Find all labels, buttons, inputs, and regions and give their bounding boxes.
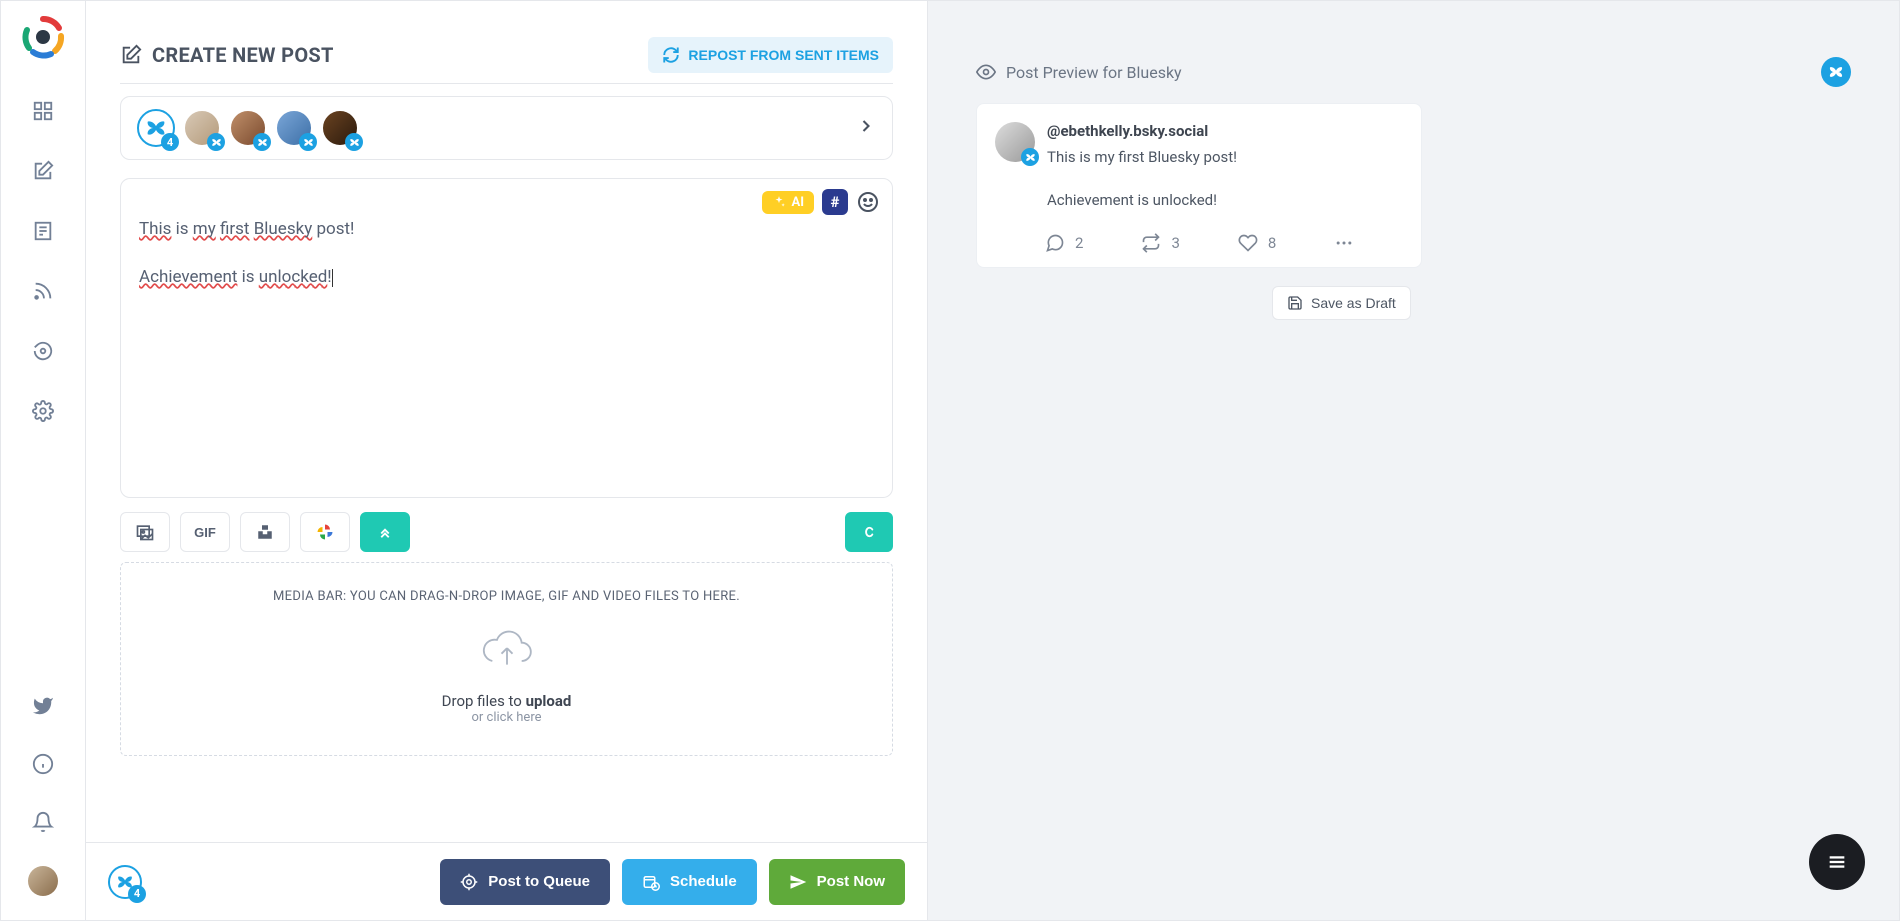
account-avatar[interactable] — [321, 109, 359, 147]
heart-icon — [1238, 233, 1258, 253]
edit-icon — [120, 44, 142, 66]
butterfly-icon — [1828, 64, 1844, 80]
preview-heading: Post Preview for Bluesky — [1006, 63, 1182, 82]
account-selector[interactable]: 4 — [120, 96, 893, 160]
gif-button[interactable]: GIF — [180, 512, 230, 552]
preview-body-line: This is my first Bluesky post! — [1047, 146, 1403, 169]
expand-button[interactable] — [360, 512, 410, 552]
user-avatar[interactable] — [28, 866, 58, 896]
nav-rss-icon[interactable] — [29, 277, 57, 305]
dropzone-main: Drop files to upload — [139, 692, 874, 710]
repost-button-label: REPOST FROM SENT ITEMS — [688, 47, 879, 63]
post-now-button[interactable]: Post Now — [769, 859, 905, 905]
schedule-label: Schedule — [670, 873, 737, 890]
gif-label: GIF — [194, 525, 216, 540]
editor-line: This is my first Bluesky post! — [139, 219, 874, 239]
ai-assist-button[interactable]: AI — [762, 191, 814, 214]
nav-settings-icon[interactable] — [29, 397, 57, 425]
reply-stat[interactable]: 2 — [1045, 233, 1083, 253]
canva-icon — [859, 522, 879, 542]
nav-document-icon[interactable] — [29, 217, 57, 245]
nav-bell-icon[interactable] — [29, 808, 57, 836]
sparkle-icon — [772, 195, 786, 209]
image-icon — [135, 522, 155, 542]
account-count-badge: 4 — [161, 133, 179, 151]
reply-icon — [1045, 233, 1065, 253]
repost-icon — [1141, 233, 1161, 253]
repost-stat[interactable]: 3 — [1141, 233, 1179, 253]
send-icon — [789, 873, 807, 891]
network-badge — [1821, 57, 1851, 87]
account-avatar[interactable]: 4 — [137, 109, 175, 147]
canva-button[interactable] — [845, 512, 893, 552]
page-title-text: CREATE NEW POST — [152, 43, 334, 67]
post-now-label: Post Now — [817, 873, 885, 890]
sidebar — [1, 1, 86, 920]
nav-info-icon[interactable] — [29, 750, 57, 778]
dropzone-sub: or click here — [139, 710, 874, 725]
repost-button[interactable]: REPOST FROM SENT ITEMS — [648, 37, 893, 73]
save-icon — [1287, 295, 1303, 311]
schedule-button[interactable]: Schedule — [622, 859, 757, 905]
more-stat[interactable] — [1334, 233, 1354, 253]
emoji-button[interactable] — [856, 190, 880, 214]
save-draft-button[interactable]: Save as Draft — [1272, 286, 1411, 320]
account-avatar[interactable] — [183, 109, 221, 147]
editor-line: Achievement is unlocked! — [139, 267, 874, 287]
post-to-queue-label: Post to Queue — [488, 873, 590, 890]
action-bar: 4 Post to Queue Schedule Post Now — [86, 842, 927, 920]
unsplash-button[interactable] — [240, 512, 290, 552]
image-upload-button[interactable] — [120, 512, 170, 552]
ai-assist-label: AI — [791, 195, 804, 210]
nav-dashboard-icon[interactable] — [29, 97, 57, 125]
page-title: CREATE NEW POST — [120, 43, 334, 67]
menu-fab[interactable] — [1809, 834, 1865, 890]
eye-icon — [976, 62, 996, 82]
selected-accounts-count: 4 — [128, 885, 146, 903]
google-photos-icon — [315, 522, 335, 542]
preview-body-line: Achievement is unlocked! — [1047, 189, 1403, 212]
preview-panel: Post Preview for Bluesky @ebethkelly.bsk… — [928, 1, 1899, 920]
hashtag-button[interactable]: # — [822, 189, 848, 215]
cloud-upload-icon — [477, 628, 537, 672]
preview-card: @ebethkelly.bsky.social This is my first… — [976, 103, 1422, 268]
menu-icon — [1826, 851, 1848, 873]
unsplash-icon — [256, 523, 274, 541]
save-draft-label: Save as Draft — [1311, 295, 1396, 311]
dots-icon — [1334, 233, 1354, 253]
account-avatar[interactable] — [229, 109, 267, 147]
preview-handle: @ebethkelly.bsky.social — [1047, 122, 1403, 140]
app-logo — [21, 15, 65, 59]
refresh-icon — [662, 46, 680, 64]
chevron-right-icon — [856, 116, 876, 140]
google-photos-button[interactable] — [300, 512, 350, 552]
target-icon — [460, 873, 478, 891]
account-avatar[interactable] — [275, 109, 313, 147]
post-to-queue-button[interactable]: Post to Queue — [440, 859, 610, 905]
like-stat[interactable]: 8 — [1238, 233, 1276, 253]
preview-avatar — [995, 122, 1035, 162]
selected-accounts-chip[interactable]: 4 — [108, 865, 142, 899]
nav-twitter-icon[interactable] — [29, 692, 57, 720]
nav-refresh-icon[interactable] — [29, 337, 57, 365]
post-editor[interactable]: AI # This is my first Bluesky post! Achi… — [120, 178, 893, 498]
media-dropzone[interactable]: MEDIA BAR: YOU CAN DRAG-N-DROP IMAGE, GI… — [120, 562, 893, 756]
nav-compose-icon[interactable] — [29, 157, 57, 185]
calendar-clock-icon — [642, 873, 660, 891]
compose-panel: CREATE NEW POST REPOST FROM SENT ITEMS 4 — [86, 1, 928, 920]
chevrons-up-icon — [376, 523, 394, 541]
dropzone-label: MEDIA BAR: YOU CAN DRAG-N-DROP IMAGE, GI… — [139, 589, 874, 604]
